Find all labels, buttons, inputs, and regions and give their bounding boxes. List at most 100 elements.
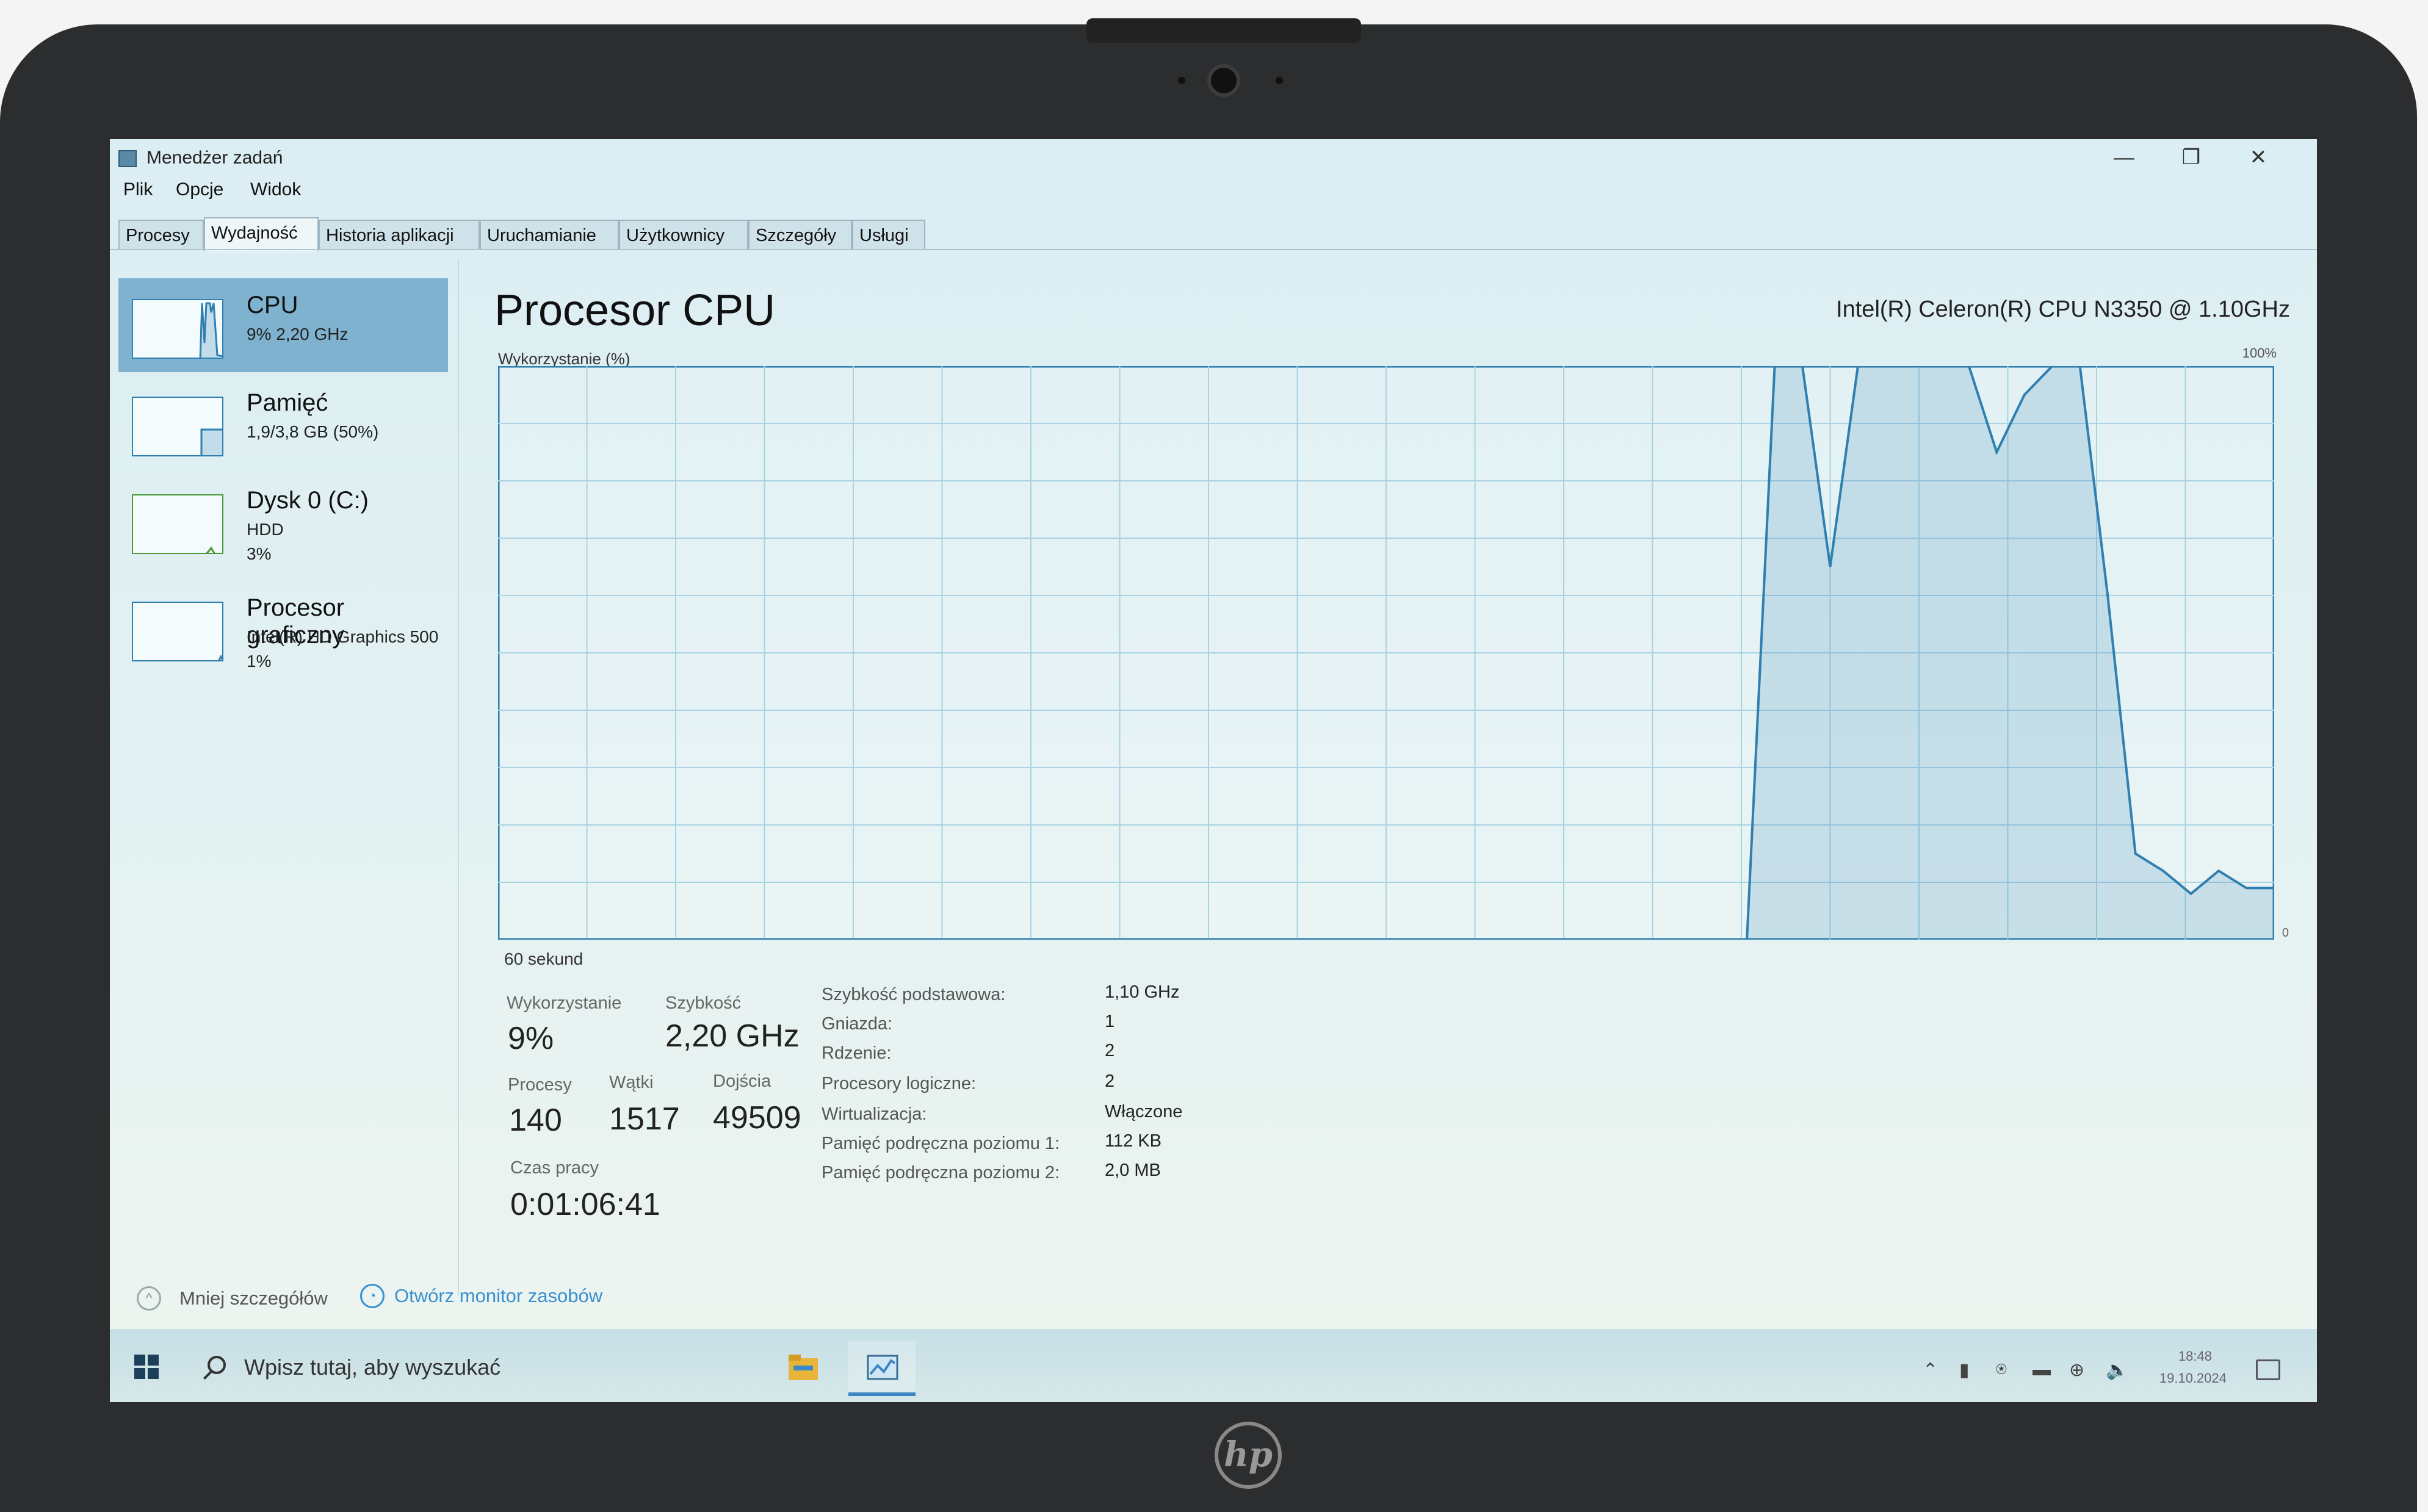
handles-label: Dojścia bbox=[713, 1071, 771, 1091]
taskbar-time[interactable]: 18:48 bbox=[2178, 1348, 2212, 1364]
disk-thumbnail-graph bbox=[132, 494, 223, 554]
graph-min-label: 0 bbox=[2282, 926, 2289, 940]
tray-device-icon[interactable]: ▮ bbox=[1959, 1359, 1970, 1381]
sidebar-gpu-usage: 1% bbox=[247, 652, 272, 671]
sidebar-divider bbox=[458, 258, 459, 1295]
tab-details[interactable]: Szczegóły bbox=[748, 220, 852, 250]
chevron-up-icon[interactable]: ^ bbox=[137, 1286, 161, 1311]
tab-performance[interactable]: Wydajność bbox=[204, 217, 319, 251]
search-icon bbox=[208, 1356, 226, 1374]
handles-value: 49509 bbox=[713, 1100, 801, 1136]
speed-value: 2,20 GHz bbox=[665, 1018, 800, 1054]
spec-base-speed-value: 1,10 GHz bbox=[1105, 982, 1180, 1002]
cpu-usage-graph bbox=[498, 366, 2274, 940]
spec-virtualization-value: Włączone bbox=[1105, 1102, 1183, 1121]
graph-time-span: 60 sekund bbox=[504, 949, 584, 968]
search-placeholder: Wpisz tutaj, aby wyszukać bbox=[244, 1355, 501, 1380]
cpu-thumbnail-graph bbox=[132, 299, 223, 359]
usage-value: 9% bbox=[508, 1021, 554, 1056]
taskbar-search-box[interactable]: Wpisz tutaj, aby wyszukać bbox=[201, 1345, 739, 1389]
camera-housing bbox=[1086, 18, 1361, 43]
page-title: Procesor CPU bbox=[494, 286, 776, 335]
cpu-usage-chart bbox=[498, 366, 2274, 940]
threads-value: 1517 bbox=[609, 1101, 680, 1137]
spec-logical-value: 2 bbox=[1105, 1071, 1115, 1091]
menu-file[interactable]: Plik bbox=[123, 179, 153, 200]
processes-label: Procesy bbox=[508, 1075, 572, 1095]
resource-monitor-link[interactable]: Otwórz monitor zasobów bbox=[394, 1285, 602, 1307]
webcam-icon bbox=[1207, 64, 1240, 97]
sidebar-disk-title: Dysk 0 (C:) bbox=[247, 487, 369, 514]
sidebar-memory-usage: 1,9/3,8 GB (50%) bbox=[247, 422, 379, 441]
tab-services[interactable]: Usługi bbox=[852, 220, 925, 250]
minimize-button[interactable]: — bbox=[2106, 144, 2142, 171]
spec-cores-value: 2 bbox=[1105, 1041, 1115, 1060]
threads-label: Wątki bbox=[609, 1073, 654, 1092]
title-bar: Menedżer zadań — ❐ ✕ bbox=[110, 139, 2317, 173]
menu-view[interactable]: Widok bbox=[250, 179, 301, 200]
tray-usb-icon[interactable]: ⍟ bbox=[1996, 1359, 2007, 1380]
gpu-thumbnail-graph bbox=[132, 602, 223, 661]
usage-label: Wykorzystanie bbox=[507, 993, 622, 1013]
tray-battery-icon[interactable]: ▬ bbox=[2032, 1359, 2051, 1380]
cpu-model-name: Intel(R) Celeron(R) CPU N3350 @ 1.10GHz bbox=[1836, 297, 2290, 322]
camera-light bbox=[1276, 77, 1283, 84]
spec-virtualization-label: Wirtualizacja: bbox=[822, 1104, 927, 1124]
taskbar: Wpisz tutaj, aby wyszukać ⌃ ▮ ⍟ ▬ ⊕ 🔈 18… bbox=[110, 1329, 2317, 1402]
sidebar-item-memory[interactable]: Pamięć 1,9/3,8 GB (50%) bbox=[118, 376, 448, 470]
folder-icon bbox=[789, 1355, 818, 1380]
spec-l1-label: Pamięć podręczna poziomu 1: bbox=[822, 1134, 1060, 1153]
sidebar-cpu-usage: 9% 2,20 GHz bbox=[247, 325, 349, 344]
sidebar-cpu-title: CPU bbox=[247, 292, 298, 319]
sidebar-memory-title: Pamięć bbox=[247, 389, 328, 416]
sidebar-gpu-model: Intel(R) HD Graphics 500 bbox=[247, 627, 439, 646]
spec-l2-value: 2,0 MB bbox=[1105, 1161, 1161, 1180]
tray-network-icon[interactable]: ⊕ bbox=[2069, 1359, 2084, 1381]
sidebar-disk-type: HDD bbox=[247, 520, 284, 539]
disk-thumbnail-line bbox=[206, 546, 215, 553]
spec-sockets-value: 1 bbox=[1105, 1012, 1115, 1031]
sidebar-item-cpu[interactable]: CPU 9% 2,20 GHz bbox=[118, 278, 448, 372]
taskbar-task-manager[interactable] bbox=[848, 1341, 916, 1396]
tab-divider bbox=[110, 249, 2317, 250]
task-manager-icon bbox=[118, 150, 137, 167]
sidebar-disk-usage: 3% bbox=[247, 544, 272, 563]
uptime-label: Czas pracy bbox=[510, 1158, 599, 1178]
spec-logical-label: Procesory logiczne: bbox=[822, 1074, 977, 1093]
tab-processes[interactable]: Procesy bbox=[118, 220, 204, 250]
spec-l1-value: 112 KB bbox=[1105, 1131, 1162, 1151]
camera-sensor bbox=[1178, 77, 1185, 84]
notification-center-icon[interactable] bbox=[2256, 1359, 2280, 1380]
screen: Menedżer zadań — ❐ ✕ Plik Opcje Widok Pr… bbox=[110, 139, 2317, 1402]
tab-startup[interactable]: Uruchamianie bbox=[480, 220, 619, 250]
spec-base-speed-label: Szybkość podstawowa: bbox=[822, 985, 1006, 1004]
spec-cores-label: Rdzenie: bbox=[822, 1043, 892, 1063]
spec-l2-label: Pamięć podręczna poziomu 2: bbox=[822, 1163, 1060, 1183]
resource-monitor-icon: ◔ bbox=[360, 1284, 385, 1308]
cpu-thumbnail-line bbox=[199, 302, 222, 358]
close-button[interactable]: ✕ bbox=[2240, 144, 2277, 171]
sidebar-item-gpu[interactable]: Procesor graficzny Intel(R) HD Graphics … bbox=[118, 581, 448, 675]
restore-button[interactable]: ❐ bbox=[2173, 144, 2209, 171]
tab-app-history[interactable]: Historia aplikacji bbox=[319, 220, 480, 250]
tray-volume-icon[interactable]: 🔈 bbox=[2106, 1359, 2128, 1381]
memory-thumbnail-fill bbox=[200, 428, 222, 455]
less-details-link[interactable]: Mniej szczegółów bbox=[179, 1287, 328, 1309]
window-title: Menedżer zadań bbox=[146, 148, 283, 168]
graph-max-label: 100% bbox=[2242, 345, 2277, 361]
taskbar-date[interactable]: 19.10.2024 bbox=[2159, 1370, 2227, 1386]
processes-value: 140 bbox=[509, 1103, 562, 1138]
task-manager-taskbar-icon bbox=[867, 1355, 898, 1380]
spec-sockets-label: Gniazda: bbox=[822, 1014, 893, 1034]
taskbar-file-explorer[interactable] bbox=[769, 1341, 836, 1396]
gpu-thumbnail-line bbox=[218, 654, 222, 660]
uptime-value: 0:01:06:41 bbox=[510, 1187, 660, 1222]
windows-start-icon[interactable] bbox=[134, 1355, 159, 1379]
speed-label: Szybkość bbox=[665, 993, 742, 1013]
sidebar-item-disk[interactable]: Dysk 0 (C:) HDD 3% bbox=[118, 473, 448, 567]
menu-options[interactable]: Opcje bbox=[176, 179, 223, 200]
memory-thumbnail-graph bbox=[132, 397, 223, 456]
hp-logo: hp bbox=[1215, 1422, 1282, 1489]
tab-users[interactable]: Użytkownicy bbox=[619, 220, 748, 250]
tray-chevron-up-icon[interactable]: ⌃ bbox=[1923, 1359, 1938, 1381]
